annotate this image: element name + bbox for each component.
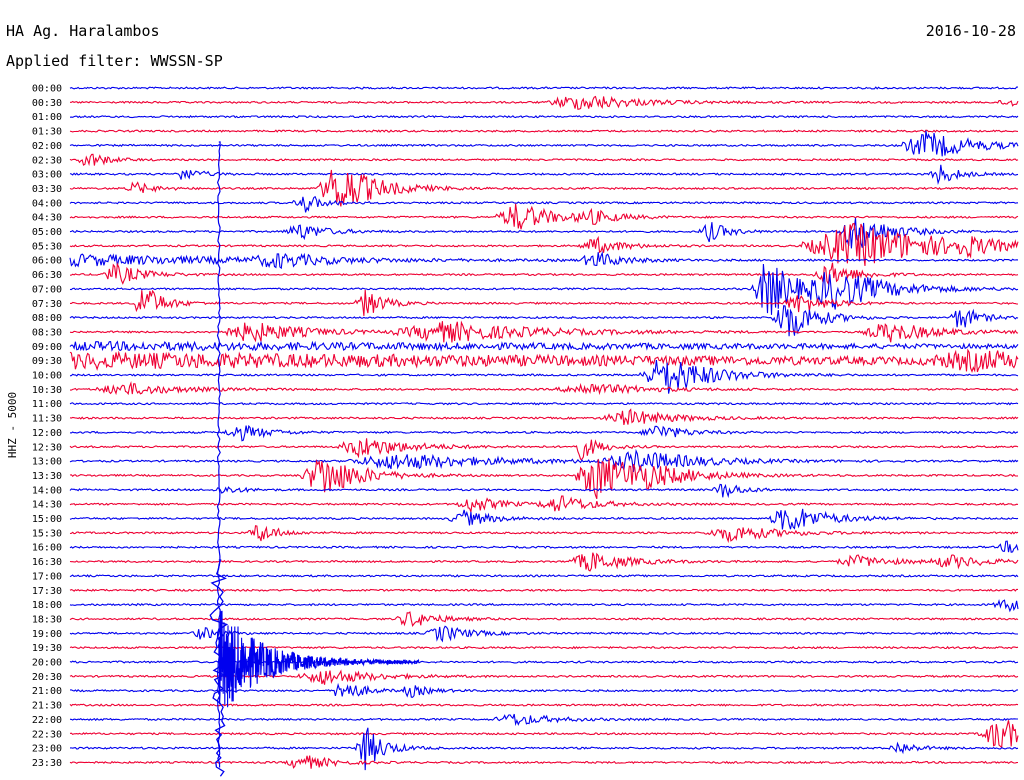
trace-0300 — [69, 164, 1019, 185]
time-tick-labels: 00:00 00:30 01:00 01:30 02:00 02:30 03:00 03:30… — [32, 84, 62, 769]
date-label: 2016-10-28 — [926, 22, 1016, 40]
trace-1300 — [69, 448, 1019, 472]
time-label: 10:00 — [32, 371, 62, 382]
time-label: 21:30 — [32, 701, 62, 712]
trace-1530 — [69, 525, 1019, 544]
time-label: 04:30 — [32, 213, 62, 224]
trace-0630 — [69, 261, 1019, 286]
time-label: 18:30 — [32, 614, 62, 625]
trace-1100 — [69, 402, 1019, 406]
time-label: 06:00 — [32, 256, 62, 267]
time-label: 07:30 — [32, 299, 62, 310]
trace-1700 — [69, 574, 1019, 578]
time-label: 06:30 — [32, 270, 62, 281]
trace-1400 — [69, 483, 1019, 499]
time-label: 23:30 — [32, 758, 62, 769]
time-label: 11:30 — [32, 414, 62, 425]
time-label: 01:30 — [32, 127, 62, 138]
station-title: HA Ag. Haralambos — [6, 22, 160, 40]
trace-0200 — [69, 130, 1019, 157]
time-label: 00:30 — [32, 98, 62, 109]
helicorder-plot: HA Ag. Haralambos 2016-10-28 Applied fil… — [6, 22, 1019, 777]
time-label: 15:00 — [32, 514, 62, 525]
trace-1630 — [69, 552, 1019, 572]
time-label: 22:30 — [32, 729, 62, 740]
trace-0100 — [69, 114, 1019, 119]
trace-1230 — [69, 438, 1019, 460]
time-label: 17:00 — [32, 571, 62, 582]
time-label: 03:00 — [32, 170, 62, 181]
trace-1930 — [69, 645, 1019, 650]
trace-0000 — [69, 86, 1018, 90]
time-label: 23:00 — [32, 744, 62, 755]
trace-2230 — [69, 720, 1019, 749]
time-label: 02:00 — [32, 141, 62, 152]
trace-2330 — [69, 755, 1019, 769]
time-label: 21:00 — [32, 686, 62, 697]
time-label: 04:00 — [32, 198, 62, 209]
trace-1430 — [69, 495, 1019, 513]
time-label: 08:00 — [32, 313, 62, 324]
time-label: 02:30 — [32, 155, 62, 166]
trace-0030 — [70, 95, 1019, 110]
seismogram-traces — [69, 86, 1019, 771]
trace-0830 — [69, 320, 1019, 343]
time-label: 09:30 — [32, 356, 62, 367]
trace-2000 — [69, 660, 1019, 664]
trace-2030 — [69, 669, 1019, 685]
y-axis-label: HHZ - 5000 — [6, 392, 19, 458]
time-label: 00:00 — [32, 84, 62, 95]
trace-1900 — [69, 625, 1018, 643]
trace-1030 — [70, 381, 1019, 396]
trace-1600 — [69, 540, 1019, 553]
trace-0900 — [69, 340, 1019, 353]
trace-2200 — [69, 713, 1018, 727]
time-label: 17:30 — [32, 586, 62, 597]
filter-label: Applied filter: WWSSN-SP — [6, 52, 223, 70]
trace-1800 — [69, 599, 1019, 613]
time-label: 12:30 — [32, 442, 62, 453]
trace-1200 — [69, 424, 1019, 442]
earthquake-coda — [218, 610, 420, 708]
trace-2130 — [69, 703, 1019, 707]
time-label: 18:00 — [32, 600, 62, 611]
time-label: 16:00 — [32, 543, 62, 554]
trace-1130 — [69, 408, 1019, 426]
trace-2100 — [70, 682, 1019, 698]
time-label: 16:30 — [32, 557, 62, 568]
time-label: 15:30 — [32, 528, 62, 539]
trace-0230 — [69, 153, 1019, 167]
time-label: 11:00 — [32, 399, 62, 410]
trace-1500 — [69, 508, 1019, 530]
trace-1730 — [69, 588, 1018, 592]
time-label: 12:00 — [32, 428, 62, 439]
time-label: 05:30 — [32, 241, 62, 252]
time-label: 13:00 — [32, 457, 62, 468]
time-label: 07:00 — [32, 284, 62, 295]
time-label: 20:30 — [32, 672, 62, 683]
trace-0930 — [69, 348, 1019, 373]
time-label: 20:00 — [32, 658, 62, 669]
time-label: 14:00 — [32, 485, 62, 496]
trace-0430 — [69, 203, 1019, 230]
time-label: 19:00 — [32, 629, 62, 640]
time-label: 14:30 — [32, 500, 62, 511]
time-label: 05:00 — [32, 227, 62, 238]
trace-1330 — [69, 458, 1019, 499]
time-label: 19:30 — [32, 643, 62, 654]
trace-0700 — [69, 263, 1019, 315]
time-label: 22:00 — [32, 715, 62, 726]
time-label: 03:30 — [32, 184, 62, 195]
time-label: 08:30 — [32, 327, 62, 338]
trace-0600 — [69, 251, 1019, 270]
time-label: 01:00 — [32, 112, 62, 123]
time-label: 10:30 — [32, 385, 62, 396]
trace-0130 — [69, 129, 1019, 133]
time-label: 13:30 — [32, 471, 62, 482]
time-label: 09:00 — [32, 342, 62, 353]
